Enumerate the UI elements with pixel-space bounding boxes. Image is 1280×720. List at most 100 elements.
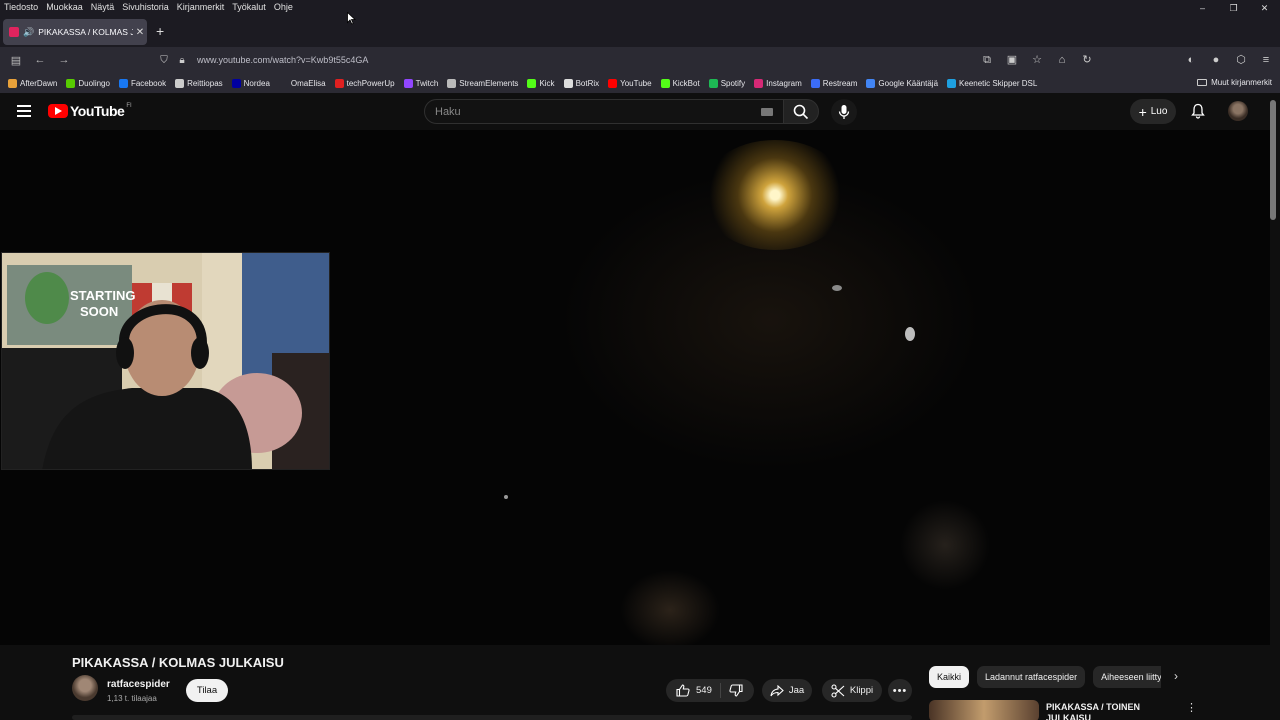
reader-view-icon[interactable]: ▣ <box>1004 53 1020 67</box>
chip-related[interactable]: Aiheeseen liittyvät <box>1093 666 1161 688</box>
bookmark-star-icon[interactable]: ☆ <box>1029 53 1045 67</box>
bookmark-favicon-icon <box>660 78 670 88</box>
page-translate-icon[interactable]: ⧉ <box>979 53 995 67</box>
other-bookmarks-label: Muut kirjanmerkit <box>1211 78 1272 87</box>
restore-button[interactable]: ❐ <box>1218 0 1249 14</box>
voice-search-button[interactable] <box>831 99 857 125</box>
menu-view[interactable]: Näytä <box>87 2 119 12</box>
bookmark-item[interactable]: techPowerUp <box>334 78 395 88</box>
bookmark-item[interactable]: Keenetic Skipper DSL <box>947 78 1037 88</box>
description-box[interactable] <box>72 715 912 720</box>
channel-name[interactable]: ratfacespider <box>107 679 170 690</box>
recommendation-thumbnail[interactable] <box>929 700 1039 720</box>
lock-icon[interactable]: 🔒︎ <box>173 55 191 66</box>
like-count: 549 <box>696 685 712 696</box>
app-menu-icon[interactable]: ≡ <box>1258 53 1274 67</box>
menu-help[interactable]: Ohje <box>270 2 297 12</box>
youtube-logo[interactable]: YouTube FI <box>48 103 132 119</box>
youtube-play-icon <box>48 104 68 118</box>
tab-close-button[interactable]: ✕ <box>133 27 147 38</box>
bookmark-item[interactable]: BotRix <box>563 78 599 88</box>
bookmark-item[interactable]: Nordea <box>231 78 270 88</box>
chevron-right-icon[interactable]: › <box>1174 669 1178 683</box>
menu-bookmarks[interactable]: Kirjanmerkit <box>173 2 229 12</box>
shield-icon[interactable]: ⛉ <box>155 55 173 66</box>
bookmark-favicon-icon <box>527 78 537 88</box>
bookmark-item[interactable]: Facebook <box>118 78 166 88</box>
other-bookmarks[interactable]: Muut kirjanmerkit <box>1197 78 1272 87</box>
window-controls: – ❐ ✕ <box>1187 0 1280 14</box>
reload-icon[interactable]: ↻ <box>1079 53 1095 67</box>
bookmark-label: Duolingo <box>78 78 110 88</box>
like-dislike-group: 549 <box>666 679 754 702</box>
new-tab-button[interactable]: + <box>156 23 164 39</box>
more-actions-button[interactable]: ••• <box>888 679 912 702</box>
close-window-button[interactable]: ✕ <box>1249 0 1280 14</box>
tab-strip: 🔊 PIKAKASSA / KOLMAS JULKAISU ✕ + <box>0 14 1280 47</box>
create-label: Luo <box>1150 106 1168 117</box>
bookmark-favicon-icon <box>608 78 618 88</box>
search-button[interactable] <box>783 99 819 124</box>
home-icon[interactable]: ⌂ <box>1054 53 1070 67</box>
bookmark-item[interactable]: StreamElements <box>447 78 518 88</box>
tab-active[interactable]: 🔊 PIKAKASSA / KOLMAS JULKAISU ✕ <box>3 19 147 45</box>
dislike-button[interactable] <box>721 684 753 697</box>
bookmark-favicon-icon <box>175 78 185 88</box>
account-icon[interactable]: ● <box>1208 53 1224 67</box>
subscriber-count: 1,13 t. tilaajaa <box>107 694 157 703</box>
microphone-icon <box>838 105 850 119</box>
minimize-button[interactable]: – <box>1187 0 1218 14</box>
bookmark-item[interactable]: Twitch <box>403 78 438 88</box>
url-bar[interactable]: ⛉ 🔒︎ www.youtube.com/watch?v=Kwb9t55c4GA <box>155 49 1105 71</box>
bookmark-item[interactable]: OmaElisa <box>278 78 326 88</box>
bookmark-label: OmaElisa <box>290 78 326 88</box>
bookmark-item[interactable]: Instagram <box>754 78 802 88</box>
bookmark-item[interactable]: Restream <box>810 78 857 88</box>
share-button[interactable]: Jaa <box>762 679 812 702</box>
bookmark-item[interactable]: Kick <box>527 78 555 88</box>
clip-button[interactable]: Klippi <box>822 679 882 702</box>
search-input[interactable]: Haku <box>424 99 784 124</box>
youtube-header: YouTube FI Haku + Luo <box>0 93 1280 130</box>
forward-icon[interactable]: → <box>52 54 76 66</box>
share-label: Jaa <box>788 685 805 696</box>
menu-edit[interactable]: Muokkaa <box>42 2 87 12</box>
bookmark-favicon-icon <box>708 78 718 88</box>
navigation-bar: ▤ ← → ⛉ 🔒︎ www.youtube.com/watch?v=Kwb9t… <box>0 47 1280 73</box>
extensions-puzzle-icon[interactable]: ⬡ <box>1233 53 1249 67</box>
subscribe-button[interactable]: Tilaa <box>186 679 228 702</box>
bookmark-favicon-icon <box>447 78 457 88</box>
bookmark-item[interactable]: AfterDawn <box>8 78 57 88</box>
page-scrollbar[interactable] <box>1270 100 1276 220</box>
speaker-icon[interactable]: 🔊 <box>23 27 34 38</box>
hamburger-menu-icon[interactable] <box>17 105 31 117</box>
menu-file[interactable]: Tiedosto <box>0 2 42 12</box>
chip-uploaded-by[interactable]: Ladannut ratfacespider <box>977 666 1086 688</box>
recommendation-title[interactable]: PIKAKASSA / TOINEN JULKAISU <box>1046 702 1176 720</box>
create-button[interactable]: + Luo <box>1130 99 1176 124</box>
video-player[interactable]: STARTING SOON <box>0 130 1270 645</box>
youtube-wordmark: YouTube <box>70 103 125 119</box>
bookmark-item[interactable]: Duolingo <box>66 78 110 88</box>
bookmark-item[interactable]: Spotify <box>708 78 745 88</box>
user-avatar[interactable] <box>1228 101 1248 121</box>
extension-icon[interactable]: ◐ <box>1183 53 1199 67</box>
bookmark-item[interactable]: KickBot <box>660 78 700 88</box>
keyboard-icon[interactable] <box>761 108 773 116</box>
video-highlight <box>504 495 508 499</box>
clip-label: Klippi <box>849 685 874 696</box>
menu-tools[interactable]: Työkalut <box>228 2 270 12</box>
back-icon[interactable]: ← <box>28 54 52 66</box>
notifications-bell-icon[interactable] <box>1190 103 1206 119</box>
url-text[interactable]: www.youtube.com/watch?v=Kwb9t55c4GA <box>197 55 368 65</box>
chip-all[interactable]: Kaikki <box>929 666 970 688</box>
bookmark-item[interactable]: YouTube <box>608 78 652 88</box>
more-vertical-icon[interactable]: ⋮ <box>1186 701 1197 714</box>
sidebar-toggle-icon[interactable]: ▤ <box>4 54 28 67</box>
bookmark-item[interactable]: Google Kääntäjä <box>866 78 938 88</box>
channel-avatar[interactable] <box>72 675 98 701</box>
bookmark-favicon-icon <box>8 78 17 88</box>
bookmark-item[interactable]: Reittiopas <box>175 78 223 88</box>
menu-history[interactable]: Sivuhistoria <box>118 2 173 12</box>
like-button[interactable]: 549 <box>666 683 721 698</box>
